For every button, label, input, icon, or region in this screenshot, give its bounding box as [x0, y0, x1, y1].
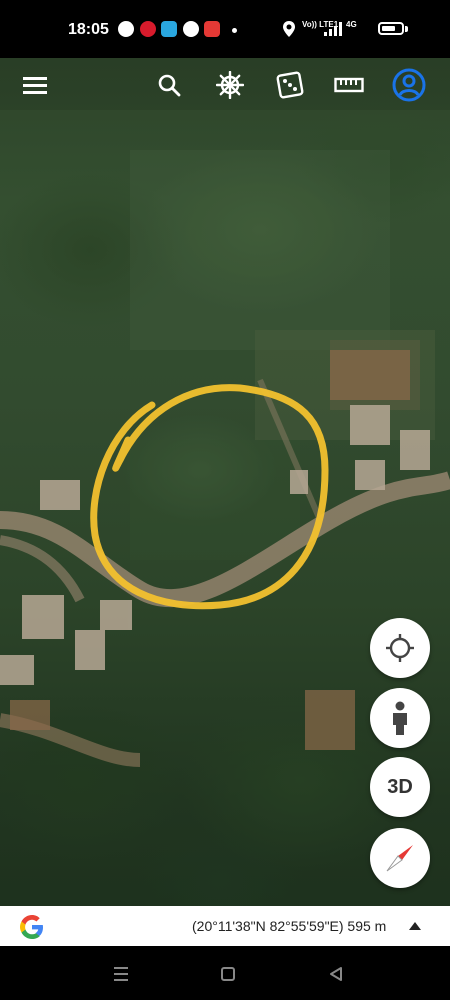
top-toolbar: [0, 58, 450, 110]
account-button[interactable]: [392, 68, 426, 102]
jio-icon: [140, 21, 156, 37]
voyager-wheel-icon: [216, 71, 244, 99]
back-icon: [330, 967, 342, 981]
street-view-button[interactable]: [370, 688, 430, 748]
pegman-icon: [393, 701, 407, 735]
my-location-button[interactable]: [370, 618, 430, 678]
signal-strength-icon: [324, 22, 342, 36]
back-button[interactable]: [326, 964, 346, 984]
feeling-lucky-dice-icon: [276, 71, 304, 99]
menu-icon: [23, 77, 47, 94]
compass-icon: [386, 845, 413, 872]
location-icon: [283, 21, 295, 37]
measure-button[interactable]: [332, 68, 366, 102]
google-logo-icon: [20, 915, 43, 939]
search-icon: [158, 74, 181, 97]
recents-button[interactable]: [111, 964, 131, 984]
ruler-icon: [334, 77, 364, 93]
voyager-button[interactable]: [213, 68, 247, 102]
battery-tip: [405, 26, 408, 32]
status-bar: 18:05 Vo)) LTE1 4G: [0, 0, 450, 58]
3d-toggle-button[interactable]: 3D: [370, 757, 430, 817]
home-button[interactable]: [218, 964, 238, 984]
menu-button[interactable]: [18, 68, 52, 102]
search-button[interactable]: [152, 68, 186, 102]
expand-up-icon[interactable]: [409, 922, 421, 930]
account-icon: [392, 68, 426, 102]
recents-icon: [114, 967, 128, 981]
battery-icon: [378, 22, 404, 35]
3d-label: 3D: [387, 775, 413, 798]
network-type: 4G: [346, 20, 357, 29]
phone-call-icon: [183, 21, 199, 37]
home-icon: [221, 967, 235, 981]
system-nav-bar: [0, 946, 450, 1000]
status-time: 18:05: [68, 21, 109, 38]
more-notifications-icon: [232, 28, 237, 33]
compass-button[interactable]: [370, 828, 430, 888]
crosshair-location-icon: [386, 634, 414, 662]
app-notification-icon: [118, 21, 134, 37]
notification-badge-icon: [204, 21, 220, 37]
messenger-app-icon: [161, 21, 177, 37]
feeling-lucky-button[interactable]: [273, 68, 307, 102]
